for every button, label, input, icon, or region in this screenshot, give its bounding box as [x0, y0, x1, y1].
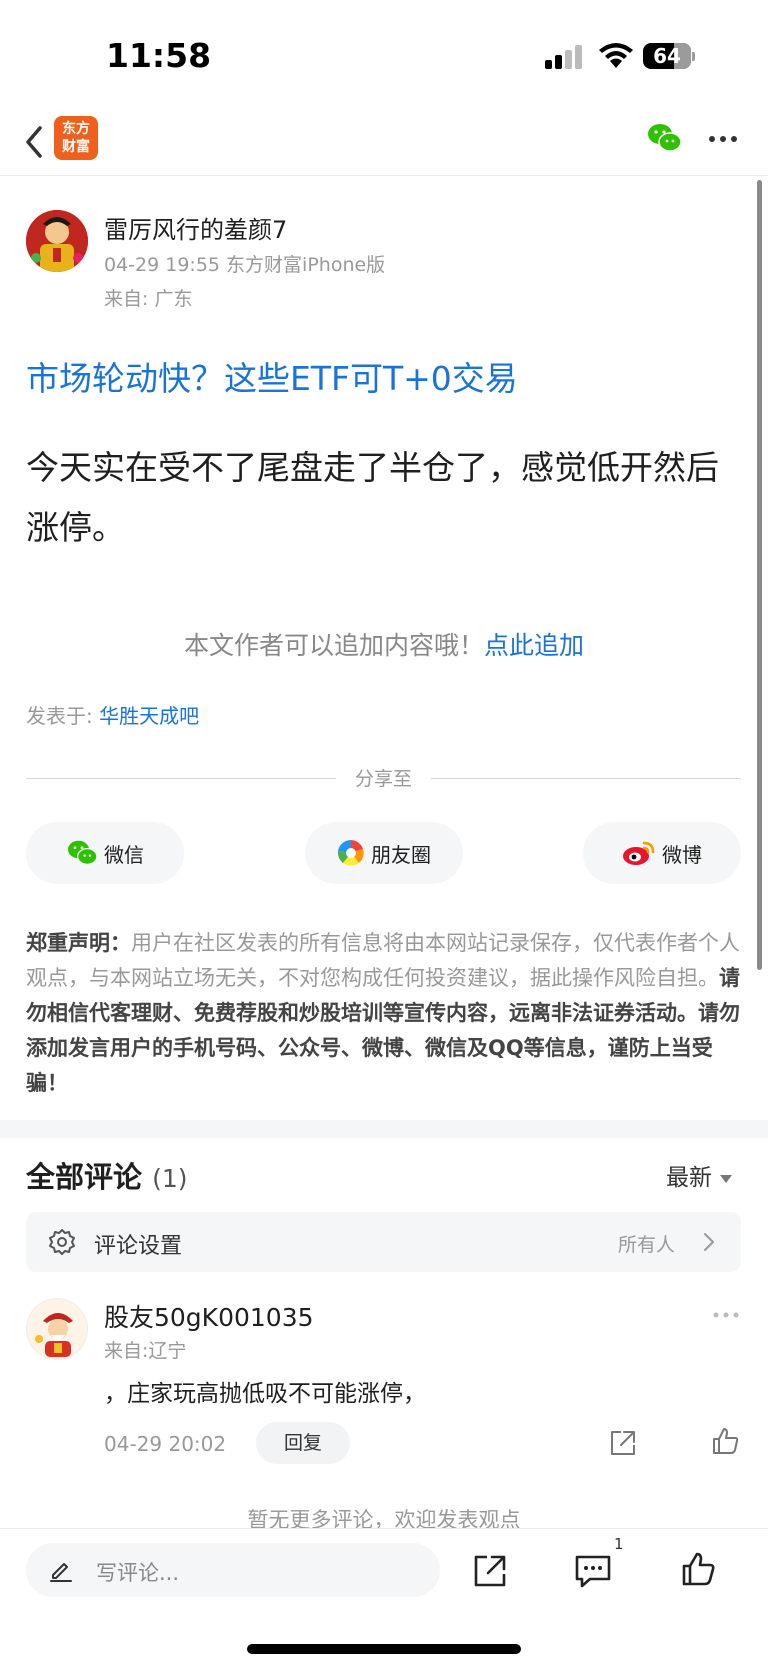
disclaimer: 郑重声明：用户在社区发表的所有信息将由本网站记录保存，仅代表作者个人观点，与本网… — [26, 926, 741, 1101]
battery-level: 64 — [653, 44, 681, 68]
comment-settings-row[interactable]: 评论设置 所有人 — [26, 1212, 741, 1272]
share-weibo-label: 微博 — [662, 842, 702, 867]
share-icon[interactable] — [472, 1553, 508, 1589]
cellular-signal-icon — [545, 45, 582, 69]
comment-text: ，庄家玩高抛低吸不可能涨停， — [104, 1381, 426, 1407]
commenter-avatar[interactable] — [26, 1298, 88, 1360]
comments-count: (1) — [152, 1164, 188, 1193]
more-icon[interactable] — [712, 1310, 740, 1320]
commenter-name[interactable]: 股友50gK001035 — [104, 1298, 314, 1334]
app-logo[interactable]: 东方 财富 — [54, 116, 98, 160]
sort-select[interactable]: 最新 — [666, 1158, 732, 1192]
sort-label: 最新 — [666, 1165, 712, 1191]
post-meta: 04-29 19:55 东方财富iPhone版 — [104, 254, 386, 276]
comments-badge: 1 — [614, 1535, 624, 1553]
commenter-location: 来自:辽宁 — [104, 1340, 187, 1362]
comments-title: 全部评论 (1) — [26, 1154, 188, 1196]
thumbs-up-icon[interactable] — [710, 1426, 740, 1456]
share-divider: 分享至 — [26, 764, 741, 794]
section-divider — [0, 1120, 768, 1138]
published-in-label: 发表于: — [26, 704, 100, 728]
published-in: 发表于: 华胜天成吧 — [26, 700, 199, 729]
share-wechat-label: 微信 — [104, 842, 144, 867]
append-link[interactable]: 点此追加 — [484, 631, 584, 660]
back-icon[interactable] — [22, 122, 46, 162]
comment-input-placeholder: 写评论... — [96, 1561, 180, 1585]
status-time: 11:58 — [106, 36, 212, 75]
disclaimer-normal: 用户在社区发表的所有信息将由本网站记录保存，仅代表作者个人观点，与本网站立场无关… — [26, 931, 740, 990]
settings-label: 评论设置 — [94, 1234, 183, 1259]
chevron-right-icon — [704, 1233, 714, 1251]
post-location: 来自: 广东 — [104, 288, 193, 310]
wechat-icon[interactable] — [646, 122, 682, 154]
promo-link[interactable]: 市场轮动快？这些ETF可T+0交易 — [26, 352, 518, 400]
share-moments-label: 朋友圈 — [371, 842, 431, 867]
thumbs-up-icon[interactable] — [680, 1551, 716, 1587]
share-moments-button[interactable]: 朋友圈 — [305, 822, 463, 884]
status-bar: 11:58 64 — [0, 0, 768, 110]
post-body: 今天实在受不了尾盘走了半仓了，感觉低开然后涨停。 — [26, 448, 719, 547]
author-name[interactable]: 雷厉风行的羞颜7 — [104, 210, 287, 245]
comments-title-text: 全部评论 — [26, 1160, 143, 1194]
share-wechat-button[interactable]: 微信 — [26, 822, 184, 884]
append-hint: 本文作者可以追加内容哦！ — [183, 631, 484, 660]
share-weibo-button[interactable]: 微博 — [583, 822, 741, 884]
logo-line-2: 财富 — [62, 139, 90, 155]
author-avatar[interactable] — [26, 210, 88, 272]
append-row: 本文作者可以追加内容哦！点此追加 — [0, 626, 768, 662]
bottom-bar: 写评论... 1 — [0, 1528, 768, 1669]
home-indicator — [247, 1644, 521, 1654]
settings-value: 所有人 — [617, 1234, 675, 1256]
comment-date: 04-29 20:02 — [104, 1432, 227, 1456]
nav-bar: 东方 财富 — [0, 110, 768, 176]
comments-icon[interactable] — [574, 1553, 612, 1589]
wechat-icon — [68, 840, 98, 866]
bar-link[interactable]: 华胜天成吧 — [99, 704, 199, 728]
gear-icon — [49, 1229, 75, 1255]
wifi-icon — [599, 43, 633, 68]
caret-down-icon — [720, 1174, 732, 1183]
reply-button[interactable]: 回复 — [256, 1422, 350, 1464]
share-icon[interactable] — [608, 1428, 638, 1458]
disclaimer-heading: 郑重声明： — [26, 931, 131, 955]
pencil-icon — [50, 1563, 72, 1582]
battery-icon: 64 — [643, 43, 695, 69]
scrollbar[interactable] — [757, 180, 762, 970]
more-icon[interactable] — [708, 134, 738, 144]
comment-input[interactable]: 写评论... — [26, 1543, 440, 1597]
weibo-icon — [623, 841, 655, 865]
moments-icon — [337, 839, 364, 866]
logo-line-1: 东方 — [62, 121, 90, 137]
